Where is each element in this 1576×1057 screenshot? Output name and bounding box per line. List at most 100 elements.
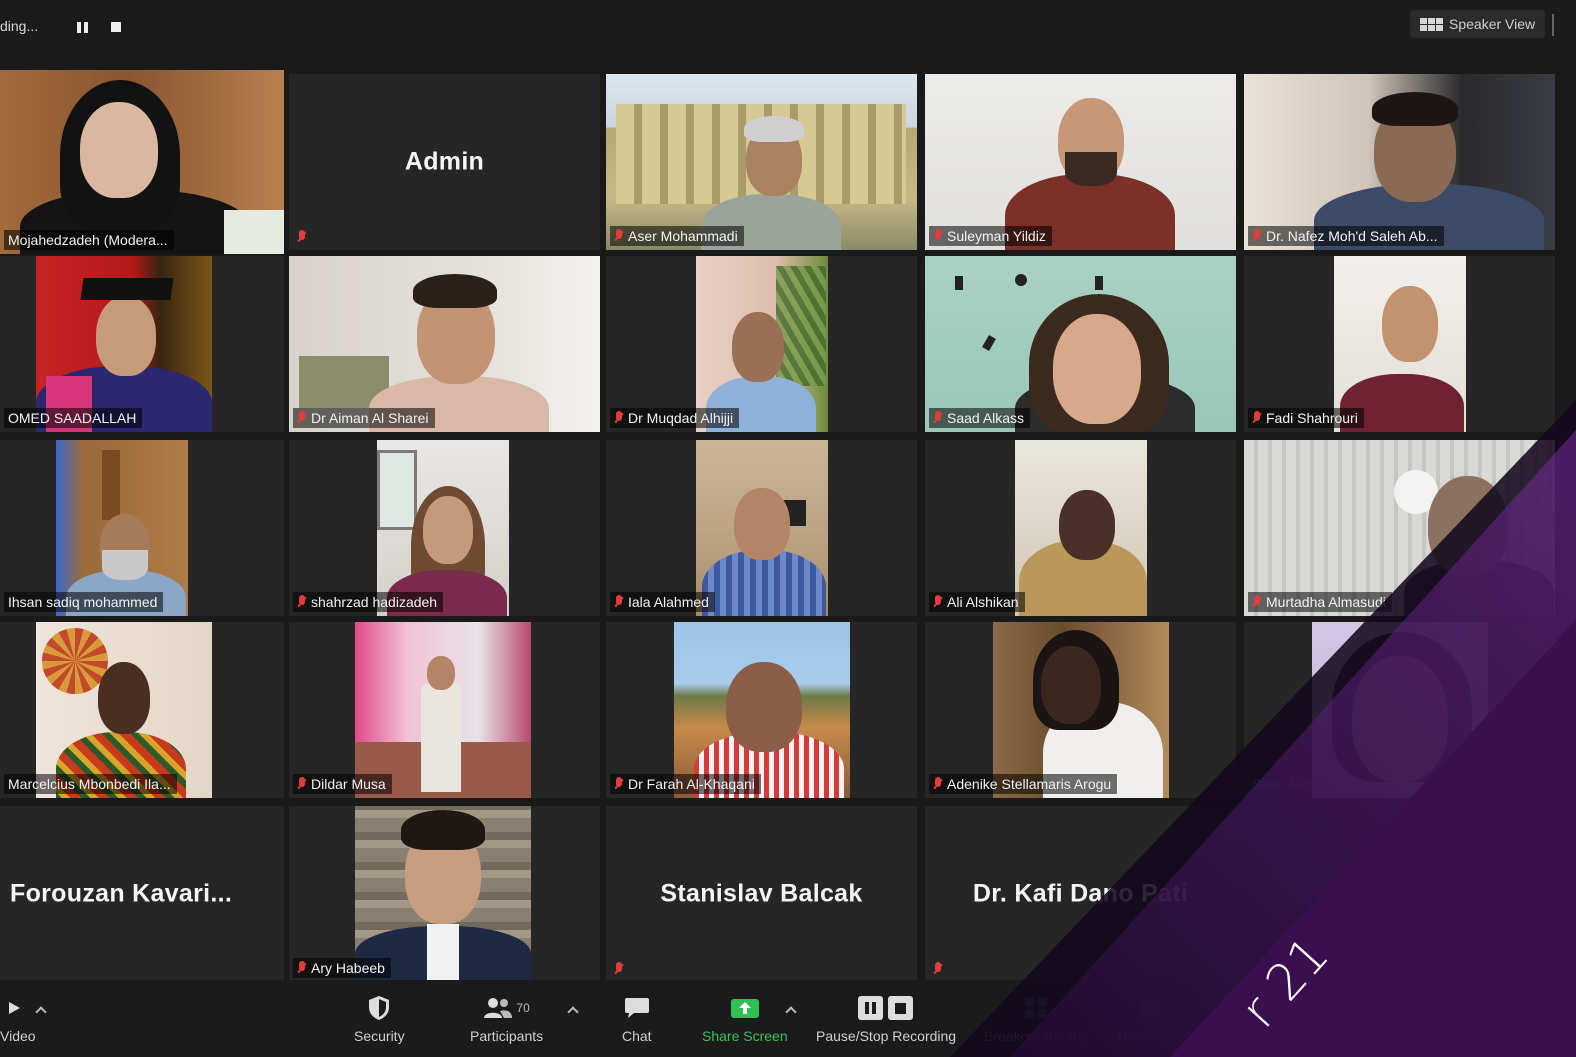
video-label: Video (0, 1028, 36, 1044)
video-button[interactable]: Video (0, 994, 36, 1050)
speaker-view-label: Speaker View (1449, 16, 1536, 32)
participant-video (696, 256, 828, 432)
participant-video (606, 74, 917, 250)
muted-mic-icon (1252, 411, 1262, 425)
share-options-caret[interactable] (784, 1004, 798, 1018)
video-tile[interactable]: Ihsan sadiq mohammed (0, 440, 284, 616)
muted-mic-icon (614, 962, 624, 976)
pause-stop-recording-label: Pause/Stop Recording (816, 1028, 957, 1044)
participant-name-label: Fadi Shahrouri (1248, 408, 1364, 428)
pause-stop-recording-button[interactable]: Pause/Stop Recording (816, 994, 956, 1050)
participant-video (993, 622, 1169, 798)
participant-name-label: Murtadha Almasudi (1248, 592, 1392, 612)
chat-label: Chat (622, 1028, 652, 1044)
video-tile[interactable]: Ali Alshikan (925, 440, 1236, 616)
speaker-view-button[interactable]: Speaker View (1410, 10, 1546, 38)
video-tile-no-camera[interactable]: Dr. Kafi Dano Pati (925, 806, 1236, 982)
participant-name-label: Dr Muqdad Alhijji (610, 408, 740, 428)
video-tile[interactable]: Aser Mohammadi (606, 74, 917, 250)
participant-name-label: Marcelcius Mbonbedi Ila... (4, 774, 177, 794)
muted-mic-icon (1252, 229, 1262, 243)
recording-status: ding... (0, 18, 39, 34)
participant-video (1244, 440, 1555, 616)
muted-mic-icon (297, 230, 307, 244)
video-tile[interactable]: Dr Muqdad Alhijji (606, 256, 917, 432)
video-tile[interactable]: Dr Farah Al-Khaqani (606, 622, 917, 798)
participant-video (1334, 256, 1466, 432)
pause-recording-button[interactable] (72, 18, 92, 36)
participant-video (36, 256, 212, 432)
participant-name-label: Saad Alkass (929, 408, 1031, 428)
participant-video (1312, 622, 1488, 798)
participant-video (355, 806, 531, 982)
chat-button[interactable]: Chat (622, 994, 652, 1050)
participant-name-label: Dr. Nafez Moh'd Saleh Ab... (1248, 226, 1444, 246)
reactions-button[interactable]: Reactions (1118, 994, 1180, 1050)
share-screen-label: Share Screen (702, 1028, 788, 1044)
pause-icon (76, 21, 88, 33)
participants-label: Participants (470, 1028, 544, 1044)
participant-video (674, 622, 850, 798)
participant-name-label: Adenike Stellamaris Arogu (929, 774, 1118, 794)
participant-name-label: Dr Farah Al-Khaqani (610, 774, 761, 794)
video-options-caret[interactable] (34, 1004, 48, 1018)
video-tile[interactable]: OMED SAADALLAH (0, 256, 284, 432)
muted-mic-icon (297, 961, 307, 975)
video-tile[interactable]: Saad Alkass (1244, 622, 1555, 798)
participant-name-label: Ihsan sadiq mohammed (4, 592, 164, 612)
participants-button[interactable]: 70 Participants (470, 994, 543, 1050)
muted-mic-icon (1252, 595, 1262, 609)
video-tile-no-camera[interactable]: Forouzan Kavari... (0, 806, 284, 982)
share-screen-button[interactable]: Share Screen (702, 994, 788, 1050)
video-tile[interactable]: Adenike Stellamaris Arogu (925, 622, 1236, 798)
video-tile[interactable]: Mojahedzadeh (Modera... (0, 70, 284, 254)
camera-icon (7, 994, 29, 1022)
video-tile-no-camera[interactable]: Stanislav Balcak (606, 806, 917, 982)
participant-name-label: Saad Alkass (1252, 776, 1330, 792)
video-tile[interactable]: Dr Aiman Al Sharei (289, 256, 600, 432)
video-tile[interactable]: Ary Habeeb (289, 806, 600, 982)
video-tile[interactable]: Dildar Musa (289, 622, 600, 798)
video-tile[interactable]: Suleyman Yildiz (925, 74, 1236, 250)
participant-video (925, 256, 1236, 432)
video-tile[interactable]: Marcelcius Mbonbedi Ila... (0, 622, 284, 798)
muted-mic-icon (933, 229, 943, 243)
participant-name: Dr. Kafi Dano Pati (972, 879, 1189, 908)
participant-name: Admin (404, 147, 485, 176)
participant-name-label: Iala Alahmed (610, 592, 715, 612)
video-tile[interactable]: Iala Alahmed (606, 440, 917, 616)
participants-options-caret[interactable] (566, 1004, 580, 1018)
muted-mic-icon (933, 777, 943, 791)
participant-video (289, 256, 600, 432)
participant-name-label: Dildar Musa (293, 774, 392, 794)
grid-view-icon (1420, 17, 1443, 31)
reactions-label: Reactions (1118, 1028, 1181, 1044)
stop-recording-button[interactable] (106, 18, 126, 36)
security-label: Security (354, 1028, 405, 1044)
participant-name-label: Ary Habeeb (293, 958, 391, 978)
participant-video (56, 440, 188, 616)
video-tile[interactable]: Fadi Shahrouri (1244, 256, 1555, 432)
fullscreen-button[interactable] (1552, 14, 1576, 36)
breakout-rooms-button[interactable]: Breakout Rooms (984, 994, 1088, 1050)
stop-icon (111, 22, 121, 32)
video-tile-no-camera[interactable]: Admin (289, 74, 600, 250)
muted-mic-icon (614, 411, 624, 425)
muted-mic-icon (933, 411, 943, 425)
participant-video (355, 622, 531, 798)
participant-name-label: Suleyman Yildiz (929, 226, 1052, 246)
video-tile[interactable]: Dr. Nafez Moh'd Saleh Ab... (1244, 74, 1555, 250)
participant-video (696, 440, 828, 616)
video-tile[interactable]: Saad Alkass (925, 256, 1236, 432)
participant-name: Forouzan Kavari... (10, 879, 233, 908)
participant-name-label: shahrzad hadizadeh (293, 592, 444, 612)
muted-mic-icon (614, 595, 624, 609)
participant-video (1015, 440, 1147, 616)
video-tile[interactable]: Murtadha Almasudi (1244, 440, 1555, 616)
video-tile[interactable]: shahrzad hadizadeh (289, 440, 600, 616)
security-button[interactable]: Security (354, 994, 405, 1050)
muted-mic-icon (933, 962, 943, 976)
meeting-top-bar: ding... Speaker View (0, 0, 1576, 58)
participant-name-label: Ali Alshikan (929, 592, 1025, 612)
meeting-toolbar: Video Security 70 Participants Chat Shar… (0, 980, 1576, 1057)
